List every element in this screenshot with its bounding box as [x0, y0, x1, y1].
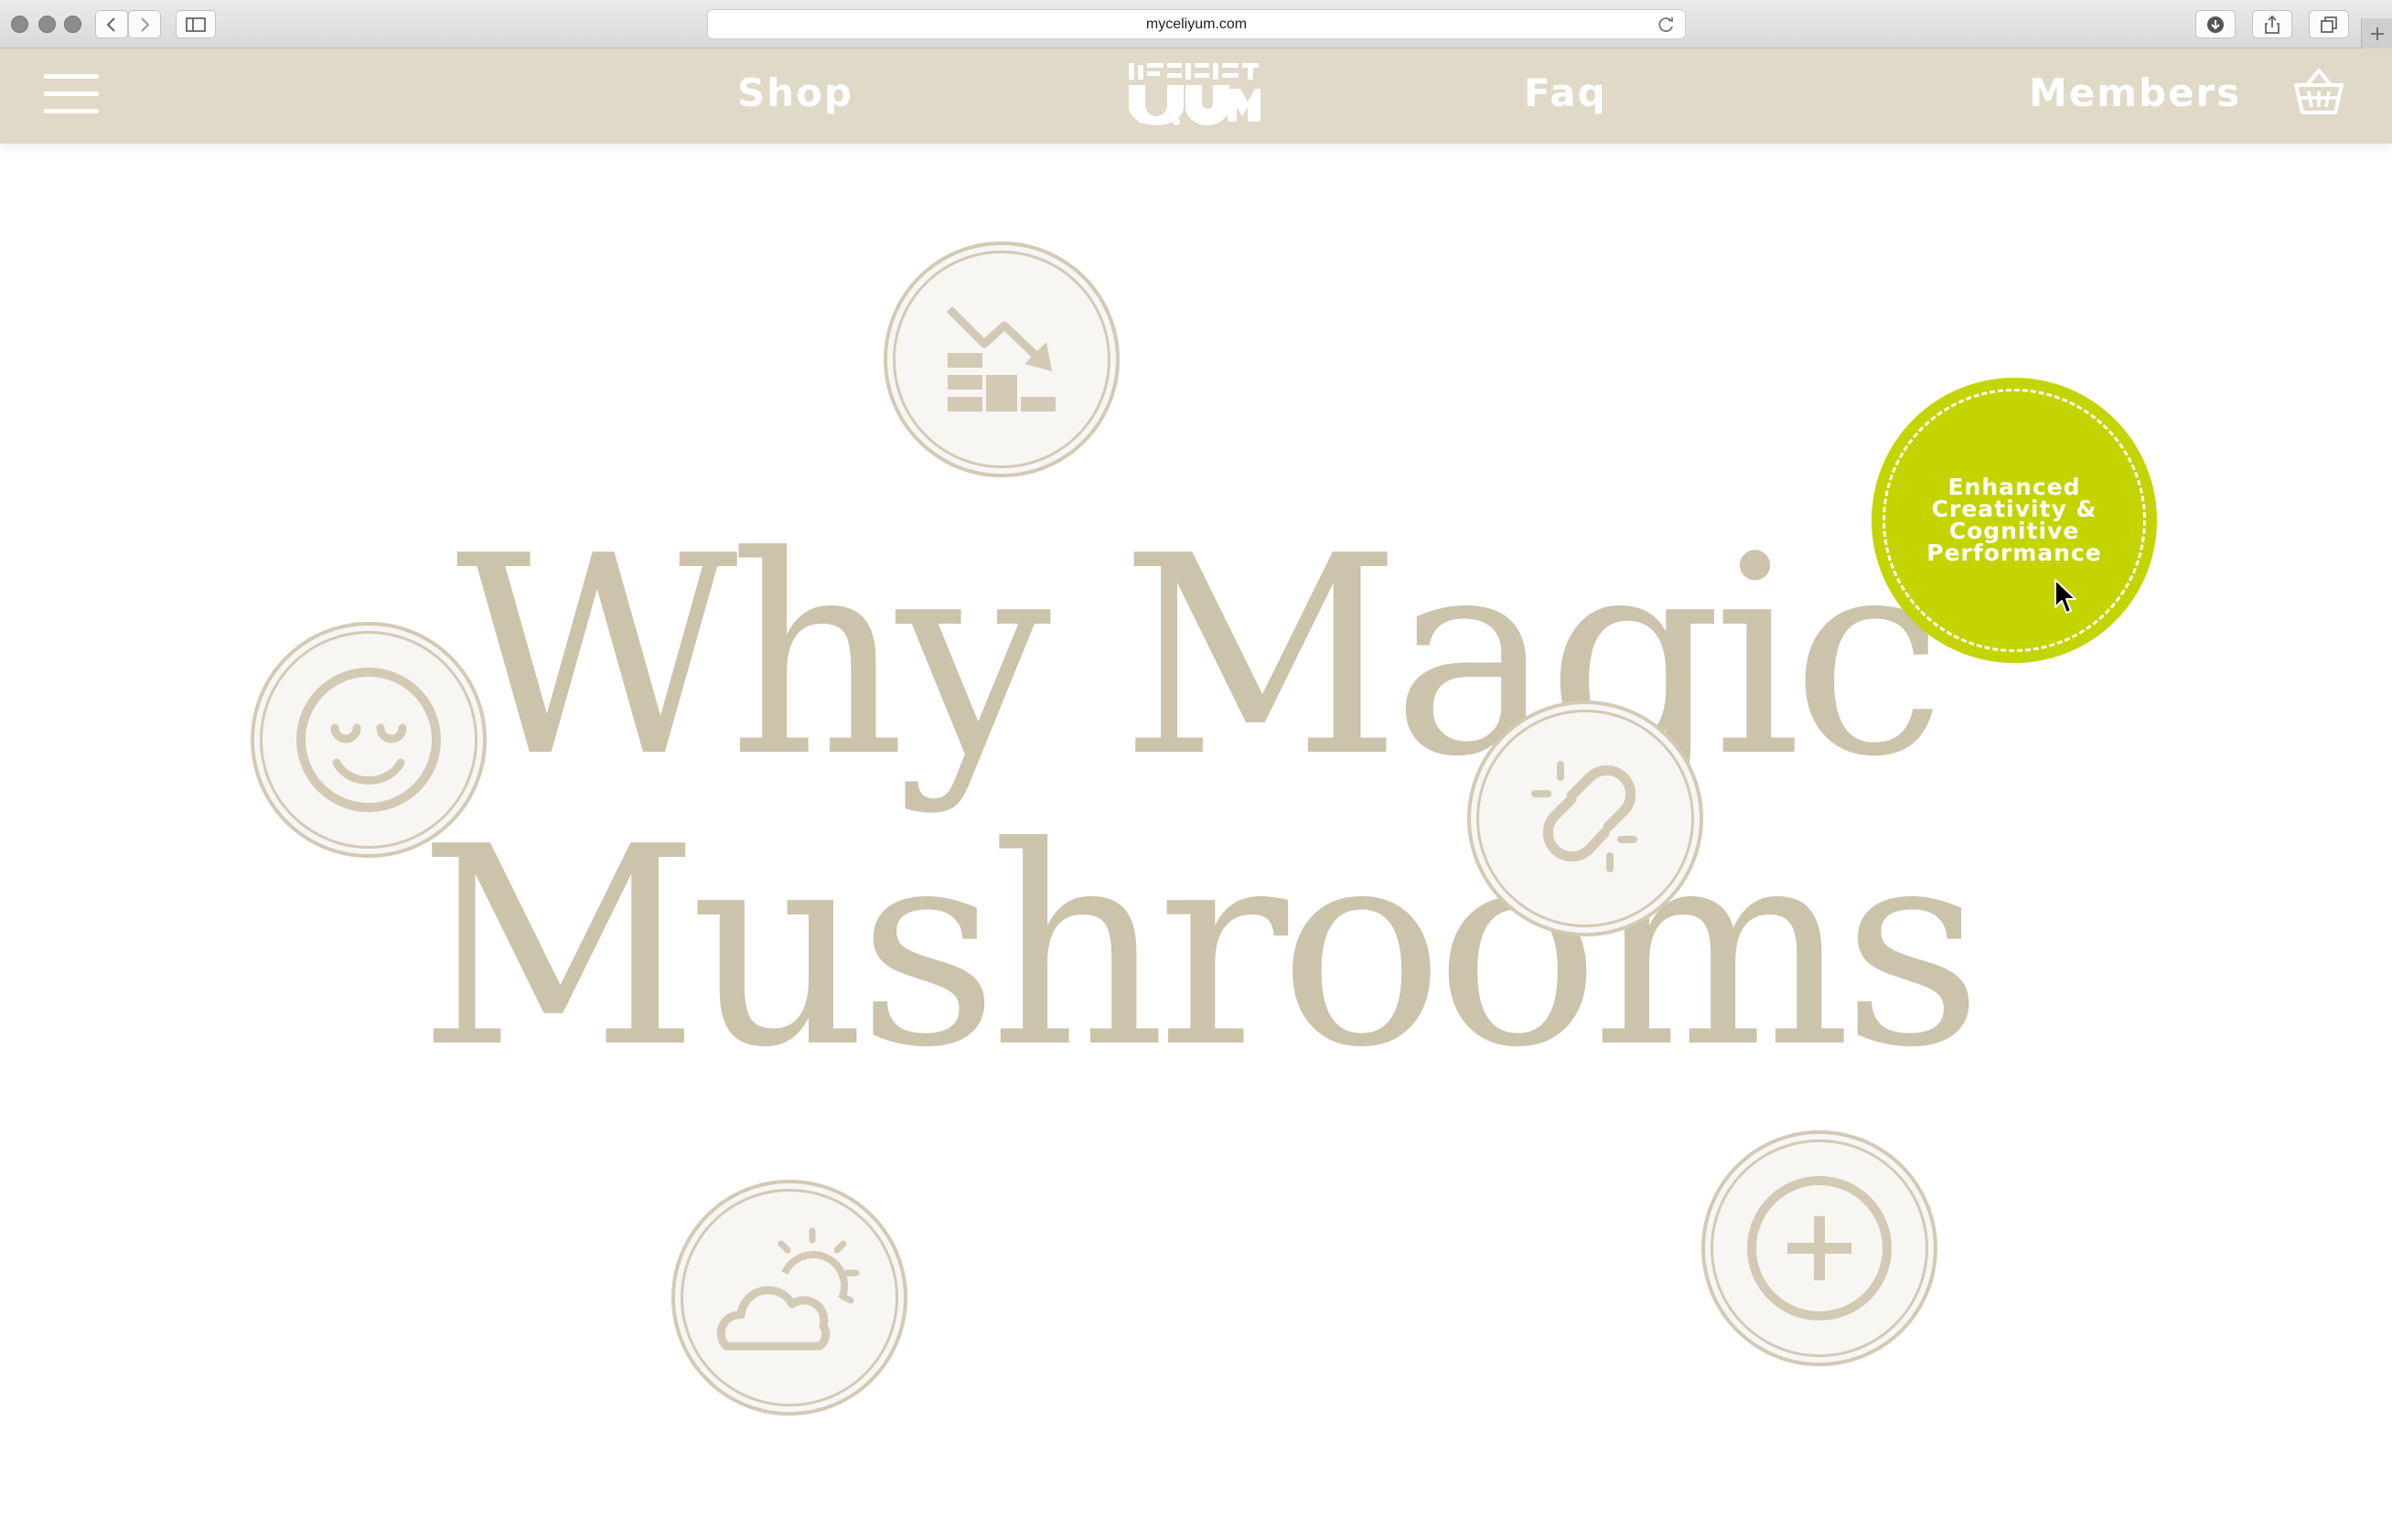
back-button[interactable] [95, 10, 128, 38]
mouse-cursor-icon [2054, 579, 2076, 614]
plus-icon [2370, 27, 2384, 40]
chevron-left-icon [106, 16, 115, 32]
benefit-badge-declining-chart[interactable] [884, 241, 1120, 477]
tabs-overview-button[interactable] [2309, 10, 2349, 38]
basket-icon[interactable] [2294, 67, 2344, 116]
nav-members-link[interactable]: Members [2029, 70, 2241, 115]
site-header: Shop Faq Members [0, 48, 2392, 144]
download-icon [2207, 16, 2224, 33]
benefit-tooltip-bubble[interactable]: Enhanced Creativity & Cognitive Performa… [1872, 378, 2157, 663]
sidebar-icon [186, 16, 206, 32]
browser-toolbar: myceliyum.com [0, 0, 2392, 48]
hamburger-menu-icon[interactable] [44, 74, 99, 114]
new-tab-button[interactable] [2361, 18, 2392, 48]
forward-button[interactable] [128, 10, 161, 38]
close-window-button[interactable] [11, 16, 28, 33]
sun-cloud-icon [716, 1227, 860, 1351]
reload-icon[interactable] [1657, 16, 1676, 34]
share-button[interactable] [2252, 10, 2292, 38]
nav-shop-link[interactable]: Shop [737, 70, 853, 115]
benefit-badge-smiley[interactable] [251, 622, 487, 858]
share-icon [2265, 15, 2279, 34]
minimize-window-button[interactable] [38, 16, 56, 33]
benefit-badge-plus[interactable] [1701, 1130, 1937, 1366]
broken-link-icon [1531, 761, 1637, 872]
plus-circle-icon [1747, 1176, 1892, 1321]
downloads-button[interactable] [2195, 10, 2236, 38]
address-bar[interactable]: myceliyum.com [707, 9, 1686, 39]
zoom-window-button[interactable] [64, 16, 81, 33]
url-text: myceliyum.com [1145, 16, 1248, 32]
benefit-badge-sun-cloud[interactable] [671, 1180, 907, 1416]
benefit-tooltip-text: Enhanced Creativity & Cognitive Performa… [1926, 474, 2102, 566]
myceliyum-logo[interactable] [1125, 61, 1262, 127]
benefit-badge-broken-link[interactable] [1467, 700, 1703, 936]
sidebar-toggle-button[interactable] [176, 10, 216, 38]
chevron-right-icon [141, 16, 150, 32]
nav-faq-link[interactable]: Faq [1524, 70, 1607, 115]
smiley-face-icon [296, 668, 441, 812]
tabs-icon [2321, 16, 2337, 33]
declining-chart-icon [946, 305, 1056, 412]
